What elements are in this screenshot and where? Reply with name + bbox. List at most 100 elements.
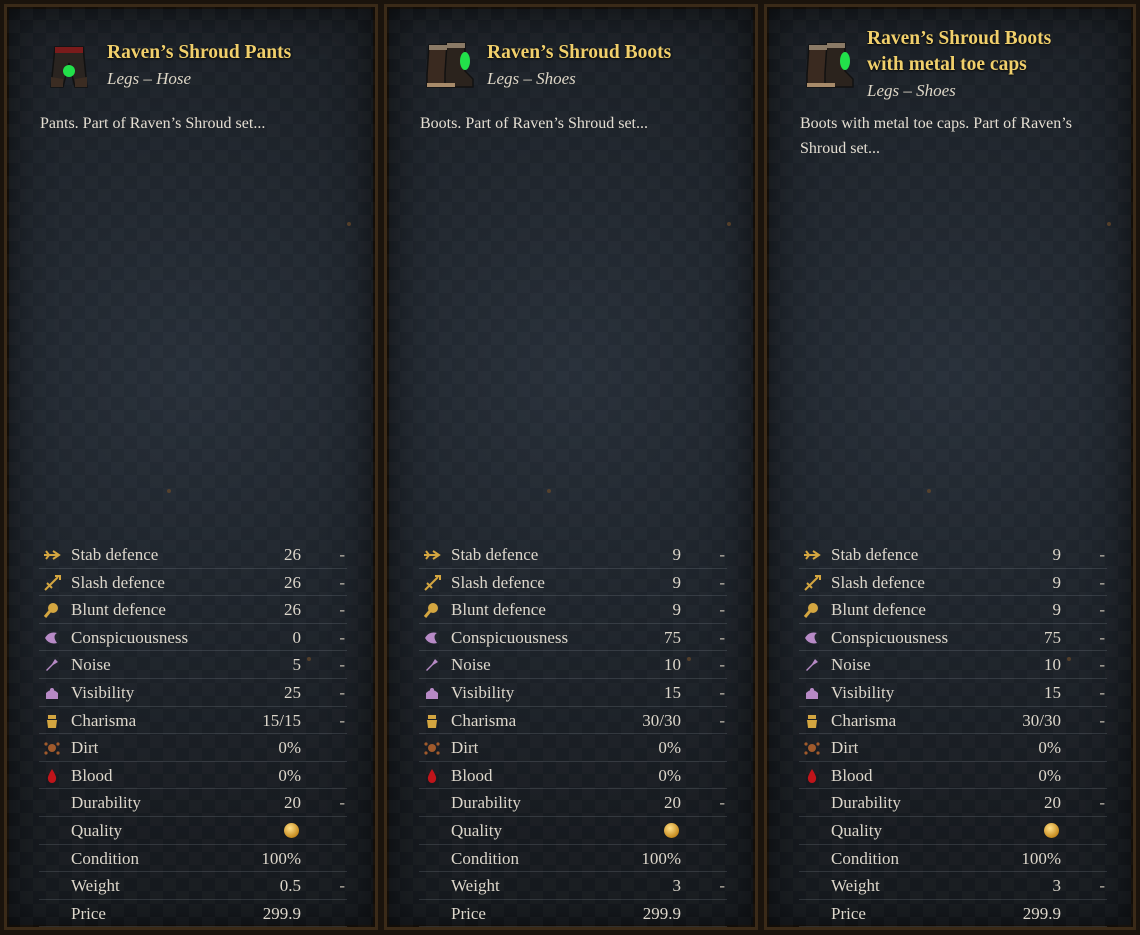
stat-compare-dash: - bbox=[339, 545, 345, 564]
stat-value: 299.9 bbox=[1022, 903, 1061, 923]
quality-coin-icon bbox=[664, 821, 679, 841]
stats-table: Stab defence 9- Slash defence 9- Blunt defen… bbox=[419, 541, 727, 927]
item-category: Legs – Shoes bbox=[867, 81, 956, 100]
item-title-line: Raven’s Shroud Boots bbox=[867, 28, 1052, 49]
visibility-icon bbox=[803, 685, 821, 701]
stat-label: Weight bbox=[71, 876, 120, 896]
stat-value: 9 bbox=[1052, 572, 1062, 592]
stat-value: 26 bbox=[284, 545, 301, 564]
stat-value: 0% bbox=[278, 765, 301, 785]
item-category: Legs – Hose bbox=[107, 69, 192, 88]
stat-row-conspicuousness: Conspicuousness 0 - bbox=[39, 624, 347, 652]
stat-row-visibility: Visibility 15 - bbox=[799, 679, 1107, 707]
stat-row-price: Price 299.9 bbox=[39, 900, 347, 927]
stat-value: 20 bbox=[664, 793, 681, 813]
stat-label: Noise bbox=[831, 655, 871, 675]
stat-value: 0% bbox=[278, 738, 301, 758]
stat-label: Blunt defence bbox=[71, 600, 166, 620]
item-description: Boots. Part of Raven’s Shroud set... bbox=[420, 115, 648, 132]
stat-compare-dash: - bbox=[719, 710, 725, 730]
stat-label: Noise bbox=[71, 655, 111, 675]
stat-row-slash-defence: Slash defence 9 - bbox=[419, 569, 727, 597]
stat-compare-dash: - bbox=[719, 793, 725, 813]
stat-row-visibility: Visibility 15 - bbox=[419, 679, 727, 707]
stat-label: Weight bbox=[831, 876, 880, 896]
stat-row-weight: Weight 3 - bbox=[419, 872, 727, 900]
stat-value: 75 bbox=[1044, 627, 1061, 647]
dirt-icon bbox=[423, 740, 441, 756]
stat-row-dirt: Dirt 0% bbox=[39, 734, 347, 762]
stat-compare-dash: - bbox=[339, 655, 345, 675]
stat-row-quality: Quality bbox=[799, 817, 1107, 845]
stat-value: 15 bbox=[664, 682, 681, 702]
background-speck bbox=[727, 222, 731, 226]
stat-row-dirt: Dirt 0% bbox=[799, 734, 1107, 762]
background-speck bbox=[927, 489, 931, 493]
stat-row-price: Price 299.9 bbox=[419, 900, 727, 927]
stat-label: Slash defence bbox=[831, 572, 925, 592]
conspicuousness-icon bbox=[803, 630, 821, 646]
stat-row-stab-defence: Stab defence 9 - bbox=[799, 541, 1107, 569]
stat-compare-dash: - bbox=[719, 627, 725, 647]
stat-value: 9 bbox=[672, 600, 682, 620]
stat-row-noise: Noise 10 - bbox=[799, 651, 1107, 679]
stat-label: Durability bbox=[451, 793, 521, 813]
stat-label: Dirt bbox=[71, 738, 99, 758]
stat-value: 100% bbox=[261, 848, 301, 868]
stat-row-quality: Quality bbox=[39, 817, 347, 845]
stat-compare-dash: - bbox=[339, 793, 345, 813]
stat-row-conspicuousness: Conspicuousness 75 - bbox=[419, 624, 727, 652]
dirt-icon bbox=[43, 740, 61, 756]
stat-label: Price bbox=[71, 903, 106, 923]
stat-label: Blood bbox=[71, 765, 113, 785]
stat-label: Blunt defence bbox=[451, 600, 546, 620]
stat-compare-dash: - bbox=[719, 876, 725, 896]
visibility-icon bbox=[43, 685, 61, 701]
stat-compare-dash: - bbox=[339, 627, 345, 647]
stat-row-quality: Quality bbox=[419, 817, 727, 845]
slash-icon bbox=[803, 574, 821, 591]
slash-icon bbox=[423, 574, 441, 591]
stat-label: Dirt bbox=[451, 738, 479, 758]
item-category: Legs – Shoes bbox=[487, 69, 576, 88]
stat-label: Visibility bbox=[71, 682, 135, 702]
stat-compare-dash: - bbox=[339, 600, 345, 620]
item-tooltip-boots: Raven’s Shroud Boots Legs – Shoes Boots. P… bbox=[384, 4, 758, 930]
stat-row-blunt-defence: Blunt defence 9 - bbox=[419, 596, 727, 624]
stat-compare-dash: - bbox=[1099, 627, 1105, 647]
stat-label: Quality bbox=[451, 820, 502, 840]
charisma-icon bbox=[803, 713, 821, 729]
stat-label: Durability bbox=[831, 793, 901, 813]
stat-row-durability: Durability 20 - bbox=[419, 789, 727, 817]
stat-value: 3 bbox=[672, 876, 682, 896]
quality-coin-icon bbox=[284, 821, 299, 841]
stat-row-price: Price 299.9 bbox=[799, 900, 1107, 927]
stat-label: Quality bbox=[71, 820, 122, 840]
stat-value: 15/15 bbox=[262, 710, 301, 730]
stat-value: 9 bbox=[1052, 545, 1062, 564]
blood-icon bbox=[43, 768, 61, 784]
conspicuousness-icon bbox=[423, 630, 441, 646]
stab-icon bbox=[803, 547, 821, 563]
stat-value: 0 bbox=[292, 627, 302, 647]
stats-table: Stab defence 26- Slash defence 26- Blunt def… bbox=[39, 541, 347, 927]
stat-row-condition: Condition 100% bbox=[419, 845, 727, 873]
stat-row-conspicuousness: Conspicuousness 75 - bbox=[799, 624, 1107, 652]
stat-row-stab-defence: Stab defence 9 - bbox=[419, 541, 727, 569]
stat-label: Conspicuousness bbox=[831, 627, 949, 647]
slash-icon bbox=[43, 574, 61, 591]
stat-row-charisma: Charisma 15/15 - bbox=[39, 707, 347, 735]
stat-value: 10 bbox=[1044, 655, 1061, 675]
background-speck bbox=[687, 657, 691, 661]
stat-row-blood: Blood 0% bbox=[799, 762, 1107, 790]
stat-row-blunt-defence: Blunt defence 9 - bbox=[799, 596, 1107, 624]
stat-value: 26 bbox=[284, 600, 301, 620]
stat-row-slash-defence: Slash defence 26 - bbox=[39, 569, 347, 597]
stat-value: 0% bbox=[1038, 738, 1061, 758]
stat-compare-dash: - bbox=[719, 600, 725, 620]
visibility-icon bbox=[423, 685, 441, 701]
stat-value: 20 bbox=[284, 793, 301, 813]
charisma-icon bbox=[423, 713, 441, 729]
stab-icon bbox=[43, 547, 61, 563]
stat-compare-dash: - bbox=[1099, 572, 1105, 592]
